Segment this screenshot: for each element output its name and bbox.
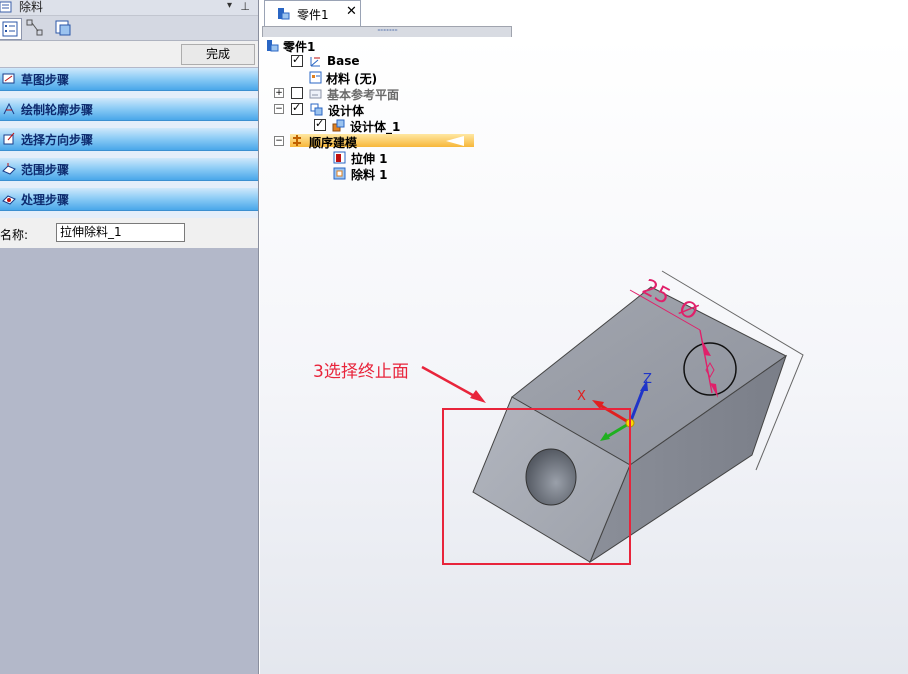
annotation-arrowhead [470,390,486,403]
end-face-hole[interactable] [525,448,577,506]
annotation-label: 3选择终止面 [313,362,409,382]
annotation-arrow [421,365,479,400]
model-canvas: 25 Ø Z X [421,270,804,565]
axis-z-label: Z [643,372,652,387]
axis-x-label: X [577,389,586,404]
